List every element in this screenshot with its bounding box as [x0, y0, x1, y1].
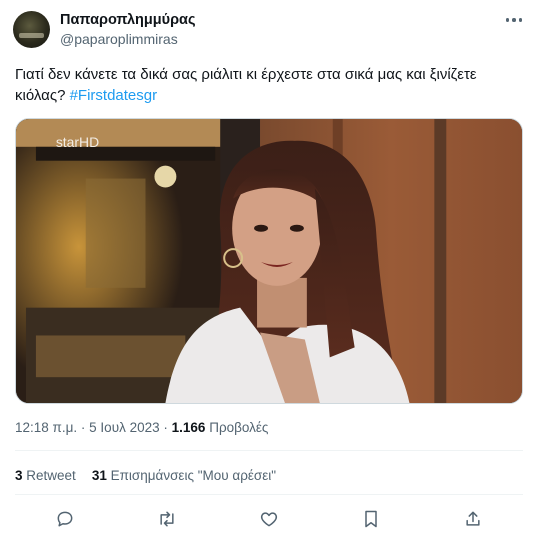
hashtag-link[interactable]: #Firstdatesgr — [70, 87, 158, 104]
meta-separator: · — [80, 420, 86, 435]
reply-icon[interactable] — [54, 508, 76, 530]
display-name[interactable]: Παπαροπλημμύρας — [60, 12, 196, 28]
retweet-count: 3 — [15, 468, 23, 483]
share-icon[interactable] — [462, 508, 484, 530]
more-icon[interactable] — [502, 12, 526, 28]
tweet-text: Γιατί δεν κάνετε τα δικά σας ριάλιτι κι … — [15, 64, 520, 106]
divider — [15, 494, 523, 495]
engagement-stats: 3 Retweet 31 Επισημάνσεις "Μου αρέσει" — [15, 468, 276, 483]
channel-logo: starHD — [56, 134, 99, 150]
views-separator: · — [163, 420, 168, 435]
divider — [15, 450, 523, 451]
retweet-icon[interactable] — [156, 508, 178, 530]
tweet-time[interactable]: 12:18 π.μ. — [15, 420, 77, 435]
retweet-label: Retweet — [26, 468, 76, 483]
likes-count: 31 — [91, 468, 107, 483]
views-label: Προβολές — [209, 420, 269, 435]
heart-icon[interactable] — [258, 508, 280, 530]
tweet-card: Παπαροπλημμύρας @paparoplimmiras Γιατί δ… — [0, 0, 535, 540]
likes-stat[interactable]: 31 Επισημάνσεις "Μου αρέσει" — [92, 468, 276, 483]
video-still: starHD — [16, 119, 522, 403]
tweet-date[interactable]: 5 Ιουλ 2023 — [89, 420, 159, 435]
retweet-stat[interactable]: 3 Retweet — [15, 468, 76, 483]
bookmark-icon[interactable] — [360, 508, 382, 530]
handle[interactable]: @paparoplimmiras — [60, 31, 178, 47]
likes-label: Επισημάνσεις "Μου αρέσει" — [110, 468, 277, 483]
views-count: 1.166 — [171, 420, 206, 435]
action-bar — [0, 508, 535, 532]
media-image[interactable]: starHD — [15, 118, 523, 404]
avatar[interactable] — [13, 11, 50, 48]
tweet-meta: 12:18 π.μ. · 5 Ιουλ 2023 · 1.166 Προβολέ… — [15, 420, 268, 435]
